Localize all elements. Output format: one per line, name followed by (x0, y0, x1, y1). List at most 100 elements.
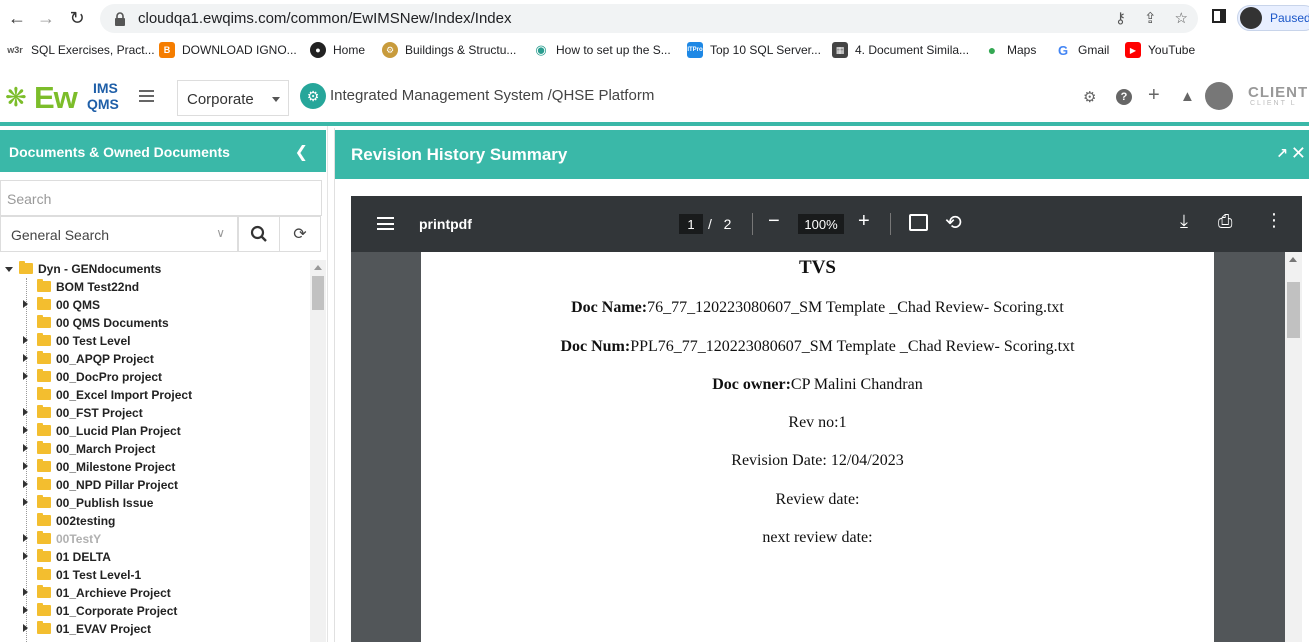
expand-caret-icon[interactable] (23, 534, 28, 542)
expand-caret-icon[interactable] (23, 336, 28, 344)
tree-item[interactable]: 00_Milestone Project (0, 458, 310, 476)
tree-item[interactable]: 00_Publish Issue (0, 494, 310, 512)
zoom-in-icon[interactable]: + (858, 210, 870, 233)
bookmark-download-igno[interactable]: B DOWNLOAD IGNO... (159, 42, 297, 58)
bookmark-document-similarity[interactable]: ▦ 4. Document Simila... (832, 42, 969, 58)
expand-caret-icon[interactable] (23, 354, 28, 362)
print-icon[interactable]: ⎙ (1218, 211, 1232, 232)
fit-page-icon[interactable] (909, 214, 928, 231)
tree-item-label: 01_Corporate Project (56, 604, 178, 618)
search-button[interactable] (238, 216, 280, 252)
tree-item[interactable]: 00_Lucid Plan Project (0, 422, 310, 440)
bookmark-sql-exercises[interactable]: w3r SQL Exercises, Pract... (6, 42, 154, 58)
tree-item[interactable]: 00TestY (0, 530, 310, 548)
more-options-icon[interactable]: ⋮ (1265, 210, 1283, 231)
bell-icon[interactable]: ▲ (1180, 88, 1195, 105)
add-icon[interactable]: + (1148, 84, 1160, 107)
scroll-thumb[interactable] (1287, 282, 1300, 338)
tree-item[interactable]: 00 QMS (0, 296, 310, 314)
pdf-scrollbar[interactable] (1285, 252, 1302, 642)
tree-item[interactable]: 00_Excel Import Project (0, 386, 310, 404)
bookmark-gmail[interactable]: G Gmail (1055, 42, 1109, 58)
tree-item[interactable]: BOM Test22nd (0, 278, 310, 296)
download-icon[interactable]: ⤓ (1180, 211, 1188, 232)
back-arrow-icon[interactable]: ← (3, 4, 31, 32)
tree-item-label: 00_March Project (56, 442, 156, 456)
address-bar[interactable]: cloudqa1.ewqims.com/common/EwIMSNew/Inde… (100, 4, 1198, 33)
bookmark-buildings[interactable]: ⚙ Buildings & Structu... (382, 42, 516, 58)
bookmark-how-to-setup[interactable]: ◉ How to set up the S... (533, 42, 670, 58)
expand-caret-icon[interactable] (23, 426, 28, 434)
pdf-viewer: printpdf 1 / 2 − 100% + ⟲ ⤓ ⎙ ⋮ TVS Doc … (351, 196, 1302, 642)
profile-button[interactable]: Paused (1237, 5, 1309, 31)
help-icon[interactable]: ? (1116, 89, 1132, 105)
scroll-up-icon[interactable] (314, 265, 322, 270)
tree-item[interactable]: 01_EVAV Project (0, 620, 310, 638)
expand-caret-icon[interactable] (23, 408, 28, 416)
browser-toolbar: ← → ↻ cloudqa1.ewqims.com/common/EwIMSNe… (0, 0, 1309, 36)
organization-select[interactable]: Corporate (177, 80, 289, 116)
share-icon[interactable]: ⇪ (1144, 9, 1157, 27)
bookmark-top10-sql[interactable]: ITPro Top 10 SQL Server... (687, 42, 821, 58)
folder-icon (37, 279, 51, 292)
expand-caret-icon[interactable] (23, 606, 28, 614)
scroll-up-icon[interactable] (1289, 257, 1297, 262)
tree-item[interactable]: 002testing (0, 512, 310, 530)
tree-item[interactable]: 00 QMS Documents (0, 314, 310, 332)
settings-badge-icon[interactable]: ⚙ (300, 83, 326, 109)
bookmark-maps[interactable]: ● Maps (984, 42, 1037, 58)
pdf-menu-icon[interactable] (377, 217, 394, 230)
expanded-caret-icon[interactable] (5, 267, 13, 272)
tree-item[interactable]: 00_DocPro project (0, 368, 310, 386)
menu-icon[interactable] (139, 90, 154, 102)
expand-caret-icon[interactable] (23, 588, 28, 596)
tree-scrollbar[interactable] (310, 260, 326, 642)
close-icon[interactable]: ✕ (1291, 143, 1306, 164)
search-input[interactable]: Search (0, 180, 322, 216)
tree-item[interactable]: 00_FST Project (0, 404, 310, 422)
reload-icon[interactable]: ↻ (63, 4, 91, 32)
tree-item[interactable]: 00 Test Level (0, 332, 310, 350)
expand-caret-icon[interactable] (23, 372, 28, 380)
expand-caret-icon[interactable] (23, 552, 28, 560)
search-icon (250, 225, 267, 242)
tree-item[interactable]: 00_APQP Project (0, 350, 310, 368)
folder-icon (19, 261, 33, 274)
expand-caret-icon[interactable] (23, 498, 28, 506)
ewims-logo[interactable]: ❋ Ew IMS QMS (5, 78, 125, 115)
key-icon[interactable]: ⚷ (1115, 9, 1126, 27)
bookmark-youtube[interactable]: ▶ YouTube (1125, 42, 1195, 58)
refresh-button[interactable]: ⟳ (279, 216, 321, 252)
search-type-select[interactable]: General Search ∨ (0, 216, 238, 252)
page-number-input[interactable]: 1 (679, 214, 703, 234)
forward-arrow-icon[interactable]: → (32, 4, 60, 32)
gear-icon[interactable]: ⚙ (1083, 88, 1096, 106)
zoom-out-icon[interactable]: − (768, 210, 780, 233)
review-date-line: Review date: (775, 491, 860, 508)
folder-icon (37, 297, 51, 310)
external-link-icon[interactable]: ↗ (1276, 145, 1288, 162)
rotate-icon[interactable]: ⟲ (945, 210, 962, 235)
expand-caret-icon[interactable] (23, 444, 28, 452)
collapse-chevron-icon[interactable]: ❮ (295, 142, 308, 162)
tree-item[interactable]: 00_NPD Pillar Project (0, 476, 310, 494)
bookmark-home[interactable]: ● Home (310, 42, 365, 58)
tree-root[interactable]: Dyn - GENdocuments (0, 260, 310, 278)
expand-caret-icon[interactable] (23, 300, 28, 308)
scroll-thumb[interactable] (312, 276, 324, 310)
tree-item[interactable]: 01 Test Level-1 (0, 566, 310, 584)
star-icon[interactable]: ☆ (1175, 9, 1188, 27)
tree-item[interactable]: 01 DELTA (0, 548, 310, 566)
folder-icon (37, 603, 51, 616)
zoom-level[interactable]: 100% (798, 214, 844, 234)
folder-icon (37, 549, 51, 562)
tree-item[interactable]: 01_Archieve Project (0, 584, 310, 602)
sidebar-toggle-icon[interactable] (1212, 9, 1226, 23)
expand-caret-icon[interactable] (23, 462, 28, 470)
tree-item[interactable]: 01_Corporate Project (0, 602, 310, 620)
tree-item-label: 00_Publish Issue (56, 496, 154, 510)
tree-item[interactable]: 00_March Project (0, 440, 310, 458)
expand-caret-icon[interactable] (23, 624, 28, 632)
expand-caret-icon[interactable] (23, 480, 28, 488)
user-avatar[interactable] (1205, 82, 1233, 110)
